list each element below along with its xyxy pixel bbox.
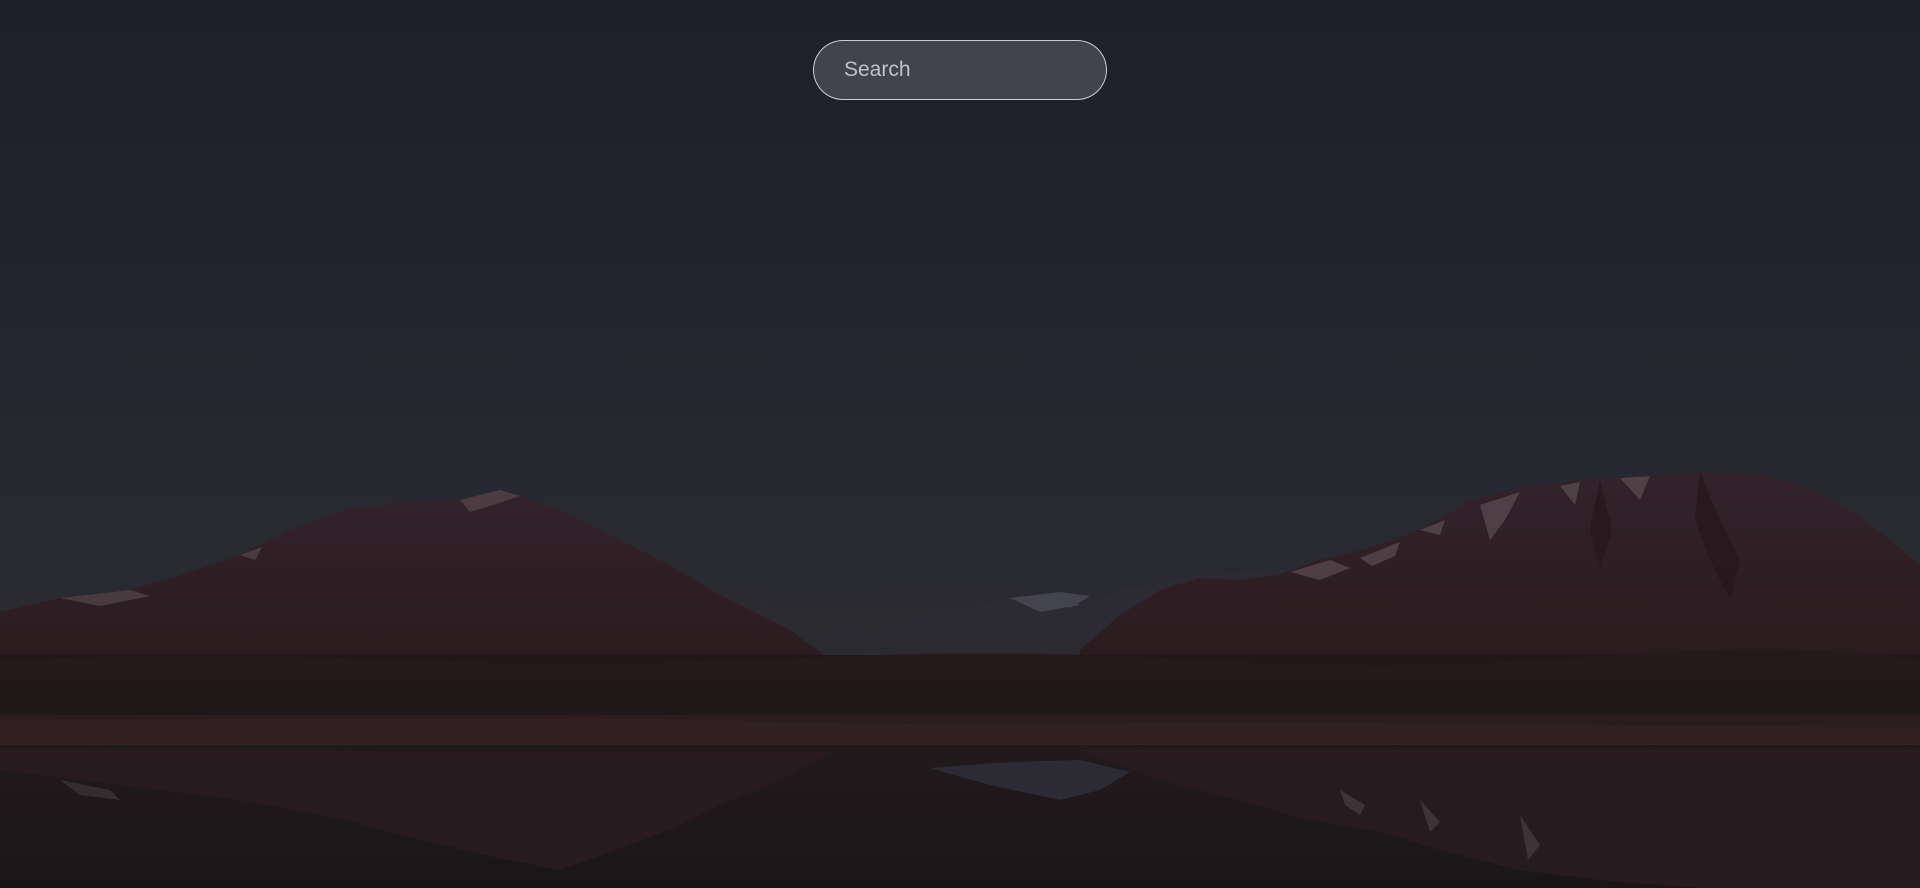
desktop [0,0,1920,888]
search-bar [813,40,1107,100]
wallpaper-image [0,0,1920,888]
search-input[interactable] [813,40,1107,100]
